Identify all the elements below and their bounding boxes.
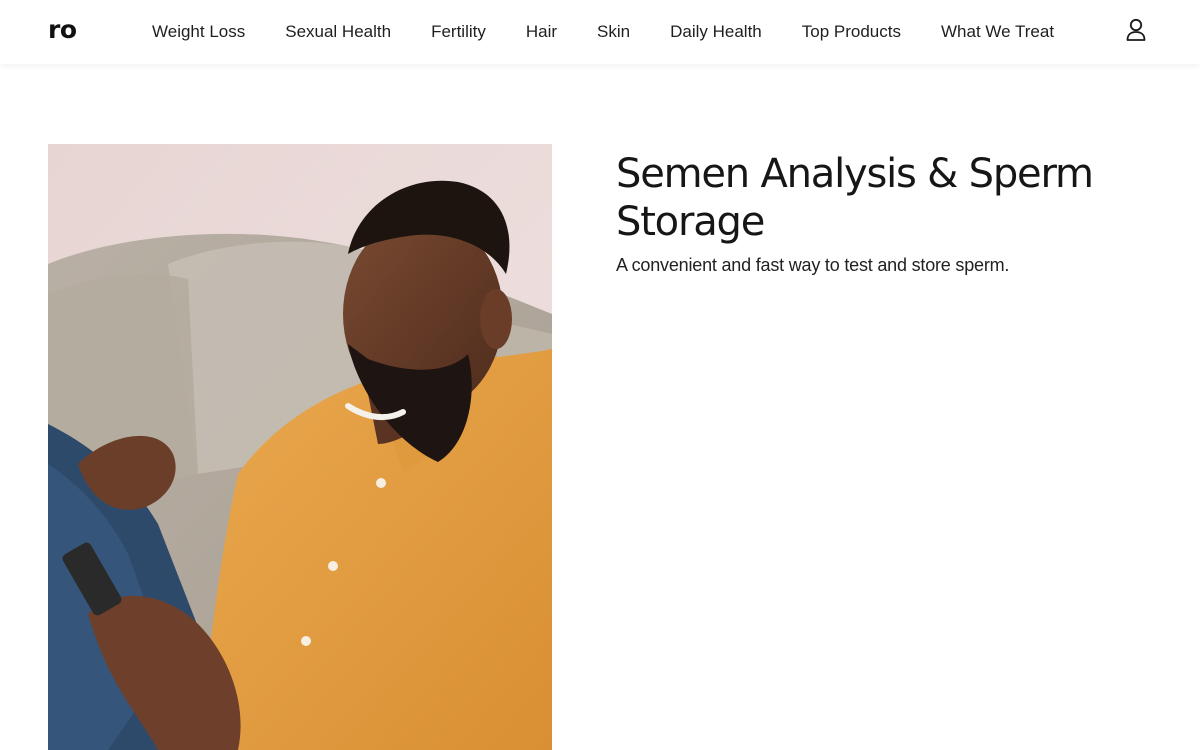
- site-header: ro Weight Loss Sexual Health Fertility H…: [0, 0, 1200, 64]
- nav-item-top-products[interactable]: Top Products: [782, 0, 921, 64]
- nav-item-weight-loss[interactable]: Weight Loss: [132, 0, 265, 64]
- hero-photo: [48, 144, 552, 750]
- nav-item-sexual-health[interactable]: Sexual Health: [265, 0, 411, 64]
- nav-item-fertility[interactable]: Fertility: [411, 0, 506, 64]
- nav-item-hair[interactable]: Hair: [506, 0, 577, 64]
- page-subtitle: A convenient and fast way to test and st…: [616, 255, 1010, 275]
- main-nav: Weight Loss Sexual Health Fertility Hair…: [132, 0, 1074, 64]
- nav-item-skin[interactable]: Skin: [577, 0, 650, 64]
- page-title: Semen Analysis & Sperm Storage: [616, 151, 1094, 245]
- hero-content: Semen Analysis & Sperm Storage A conveni…: [616, 150, 1156, 278]
- nav-item-daily-health[interactable]: Daily Health: [650, 0, 782, 64]
- person-icon[interactable]: [1122, 16, 1150, 44]
- nav-item-what-we-treat[interactable]: What We Treat: [921, 0, 1074, 64]
- ro-logo[interactable]: ro: [48, 14, 77, 46]
